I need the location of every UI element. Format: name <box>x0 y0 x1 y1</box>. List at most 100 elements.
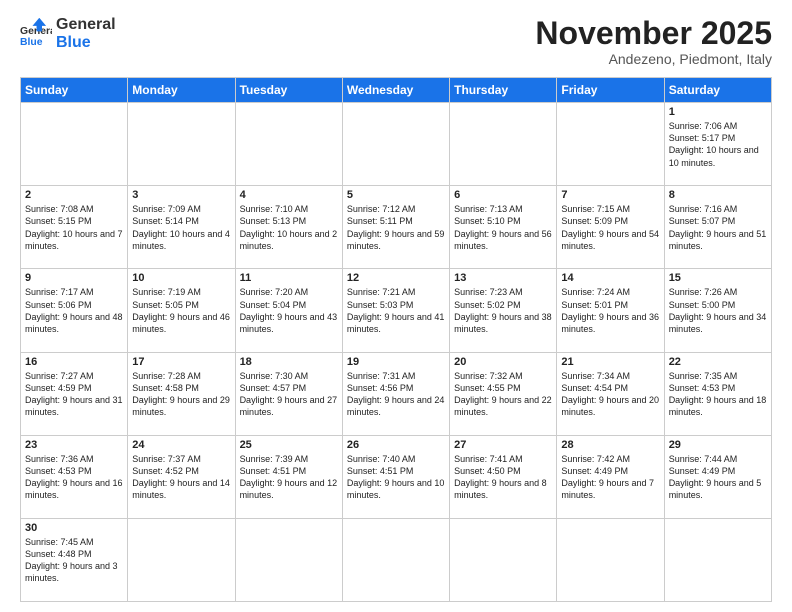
day-info: Sunrise: 7:31 AM Sunset: 4:56 PM Dayligh… <box>347 370 445 419</box>
day-info: Sunrise: 7:19 AM Sunset: 5:05 PM Dayligh… <box>132 286 230 335</box>
calendar-cell-w2d1: 2Sunrise: 7:08 AM Sunset: 5:15 PM Daylig… <box>21 186 128 269</box>
col-saturday: Saturday <box>664 78 771 103</box>
calendar-cell-w4d1: 16 Sunrise: 7:27 AM Sunset: 4:59 PM Dayli… <box>21 352 128 435</box>
col-wednesday: Wednesday <box>342 78 449 103</box>
logo-general-text: General <box>56 16 116 34</box>
calendar-cell-w6d6 <box>557 518 664 601</box>
day-number: 6 <box>454 189 552 201</box>
day-number: 22 <box>669 356 767 368</box>
calendar-cell-w6d4 <box>342 518 449 601</box>
calendar-cell-w5d3: 25 Sunrise: 7:39 AM Sunset: 4:51 PM Dayli… <box>235 435 342 518</box>
calendar-cell-w2d7: 8Sunrise: 7:16 AM Sunset: 5:07 PM Daylig… <box>664 186 771 269</box>
calendar-cell-w4d5: 20 Sunrise: 7:32 AM Sunset: 4:55 PM Dayli… <box>450 352 557 435</box>
day-info: Sunrise: 7:39 AM Sunset: 4:51 PM Dayligh… <box>240 453 338 502</box>
calendar-cell-w2d4: 5 Sunrise: 7:12 AM Sunset: 5:11 PM Daylig… <box>342 186 449 269</box>
calendar-cell-w3d7: 15 Sunrise: 7:26 AM Sunset: 5:00 PM Dayli… <box>664 269 771 352</box>
day-number: 12 <box>347 272 445 284</box>
day-number: 27 <box>454 439 552 451</box>
day-number: 5 <box>347 189 445 201</box>
day-info: Sunrise: 7:28 AM Sunset: 4:58 PM Dayligh… <box>132 370 230 419</box>
day-number: 16 <box>25 356 123 368</box>
day-info: Sunrise: 7:15 AM Sunset: 5:09 PM Dayligh… <box>561 203 659 252</box>
day-number: 1 <box>669 106 767 118</box>
day-number: 24 <box>132 439 230 451</box>
day-number: 11 <box>240 272 338 284</box>
calendar-cell-w3d5: 13 Sunrise: 7:23 AM Sunset: 5:02 PM Dayli… <box>450 269 557 352</box>
calendar-cell-w5d2: 24 Sunrise: 7:37 AM Sunset: 4:52 PM Dayli… <box>128 435 235 518</box>
day-number: 26 <box>347 439 445 451</box>
title-section: November 2025 Andezeno, Piedmont, Italy <box>535 16 772 67</box>
day-number: 13 <box>454 272 552 284</box>
day-number: 10 <box>132 272 230 284</box>
day-number: 7 <box>561 189 659 201</box>
day-info: Sunrise: 7:06 AM Sunset: 5:17 PM Dayligh… <box>669 120 767 169</box>
day-info: Sunrise: 7:34 AM Sunset: 4:54 PM Dayligh… <box>561 370 659 419</box>
calendar-cell-w6d5 <box>450 518 557 601</box>
calendar-cell-w3d2: 10 Sunrise: 7:19 AM Sunset: 5:05 PM Dayli… <box>128 269 235 352</box>
day-info: Sunrise: 7:37 AM Sunset: 4:52 PM Dayligh… <box>132 453 230 502</box>
calendar-cell-w3d4: 12 Sunrise: 7:21 AM Sunset: 5:03 PM Dayli… <box>342 269 449 352</box>
day-info: Sunrise: 7:44 AM Sunset: 4:49 PM Dayligh… <box>669 453 767 502</box>
calendar-cell-w1d1 <box>21 103 128 186</box>
calendar-cell-w5d6: 28Sunrise: 7:42 AM Sunset: 4:49 PM Dayli… <box>557 435 664 518</box>
day-info: Sunrise: 7:09 AM Sunset: 5:14 PM Dayligh… <box>132 203 230 252</box>
day-info: Sunrise: 7:24 AM Sunset: 5:01 PM Dayligh… <box>561 286 659 335</box>
calendar-cell-w4d3: 18Sunrise: 7:30 AM Sunset: 4:57 PM Dayli… <box>235 352 342 435</box>
day-info: Sunrise: 7:26 AM Sunset: 5:00 PM Dayligh… <box>669 286 767 335</box>
calendar-cell-w1d2 <box>128 103 235 186</box>
calendar-cell-w3d6: 14Sunrise: 7:24 AM Sunset: 5:01 PM Dayli… <box>557 269 664 352</box>
day-info: Sunrise: 7:10 AM Sunset: 5:13 PM Dayligh… <box>240 203 338 252</box>
day-number: 8 <box>669 189 767 201</box>
day-info: Sunrise: 7:30 AM Sunset: 4:57 PM Dayligh… <box>240 370 338 419</box>
day-number: 25 <box>240 439 338 451</box>
calendar-cell-w4d2: 17 Sunrise: 7:28 AM Sunset: 4:58 PM Dayli… <box>128 352 235 435</box>
day-info: Sunrise: 7:23 AM Sunset: 5:02 PM Dayligh… <box>454 286 552 335</box>
day-number: 28 <box>561 439 659 451</box>
day-info: Sunrise: 7:12 AM Sunset: 5:11 PM Dayligh… <box>347 203 445 252</box>
calendar-cell-w5d1: 23 Sunrise: 7:36 AM Sunset: 4:53 PM Dayli… <box>21 435 128 518</box>
calendar-cell-w1d5 <box>450 103 557 186</box>
day-number: 2 <box>25 189 123 201</box>
day-number: 30 <box>25 522 123 534</box>
logo: General Blue General Blue <box>20 16 116 51</box>
calendar-cell-w3d3: 11 Sunrise: 7:20 AM Sunset: 5:04 PM Dayli… <box>235 269 342 352</box>
week-row-2: 2Sunrise: 7:08 AM Sunset: 5:15 PM Daylig… <box>21 186 772 269</box>
header: General Blue General Blue November 2025 … <box>20 16 772 67</box>
calendar-cell-w1d4 <box>342 103 449 186</box>
day-info: Sunrise: 7:13 AM Sunset: 5:10 PM Dayligh… <box>454 203 552 252</box>
month-title: November 2025 <box>535 16 772 51</box>
day-info: Sunrise: 7:45 AM Sunset: 4:48 PM Dayligh… <box>25 536 123 585</box>
day-number: 15 <box>669 272 767 284</box>
calendar-table: Sunday Monday Tuesday Wednesday Thursday… <box>20 77 772 602</box>
col-tuesday: Tuesday <box>235 78 342 103</box>
day-info: Sunrise: 7:40 AM Sunset: 4:51 PM Dayligh… <box>347 453 445 502</box>
week-row-4: 16 Sunrise: 7:27 AM Sunset: 4:59 PM Dayli… <box>21 352 772 435</box>
calendar-cell-w6d3 <box>235 518 342 601</box>
day-info: Sunrise: 7:20 AM Sunset: 5:04 PM Dayligh… <box>240 286 338 335</box>
calendar-cell-w4d4: 19Sunrise: 7:31 AM Sunset: 4:56 PM Dayli… <box>342 352 449 435</box>
day-info: Sunrise: 7:21 AM Sunset: 5:03 PM Dayligh… <box>347 286 445 335</box>
day-number: 29 <box>669 439 767 451</box>
day-info: Sunrise: 7:41 AM Sunset: 4:50 PM Dayligh… <box>454 453 552 502</box>
day-number: 17 <box>132 356 230 368</box>
week-row-6: 30 Sunrise: 7:45 AM Sunset: 4:48 PM Dayli… <box>21 518 772 601</box>
calendar-cell-w3d1: 9Sunrise: 7:17 AM Sunset: 5:06 PM Daylig… <box>21 269 128 352</box>
week-row-3: 9Sunrise: 7:17 AM Sunset: 5:06 PM Daylig… <box>21 269 772 352</box>
calendar-cell-w1d3 <box>235 103 342 186</box>
day-info: Sunrise: 7:36 AM Sunset: 4:53 PM Dayligh… <box>25 453 123 502</box>
calendar-cell-w2d2: 3 Sunrise: 7:09 AM Sunset: 5:14 PM Daylig… <box>128 186 235 269</box>
day-info: Sunrise: 7:35 AM Sunset: 4:53 PM Dayligh… <box>669 370 767 419</box>
svg-text:General: General <box>20 26 52 37</box>
day-number: 23 <box>25 439 123 451</box>
calendar-cell-w6d2 <box>128 518 235 601</box>
week-row-1: 1 Sunrise: 7:06 AM Sunset: 5:17 PM Daylig… <box>21 103 772 186</box>
logo-icon: General Blue <box>20 18 52 50</box>
calendar-cell-w6d7 <box>664 518 771 601</box>
day-number: 3 <box>132 189 230 201</box>
calendar-cell-w5d5: 27 Sunrise: 7:41 AM Sunset: 4:50 PM Dayli… <box>450 435 557 518</box>
col-friday: Friday <box>557 78 664 103</box>
calendar-cell-w2d3: 4Sunrise: 7:10 AM Sunset: 5:13 PM Daylig… <box>235 186 342 269</box>
day-info: Sunrise: 7:32 AM Sunset: 4:55 PM Dayligh… <box>454 370 552 419</box>
day-info: Sunrise: 7:27 AM Sunset: 4:59 PM Dayligh… <box>25 370 123 419</box>
day-number: 20 <box>454 356 552 368</box>
